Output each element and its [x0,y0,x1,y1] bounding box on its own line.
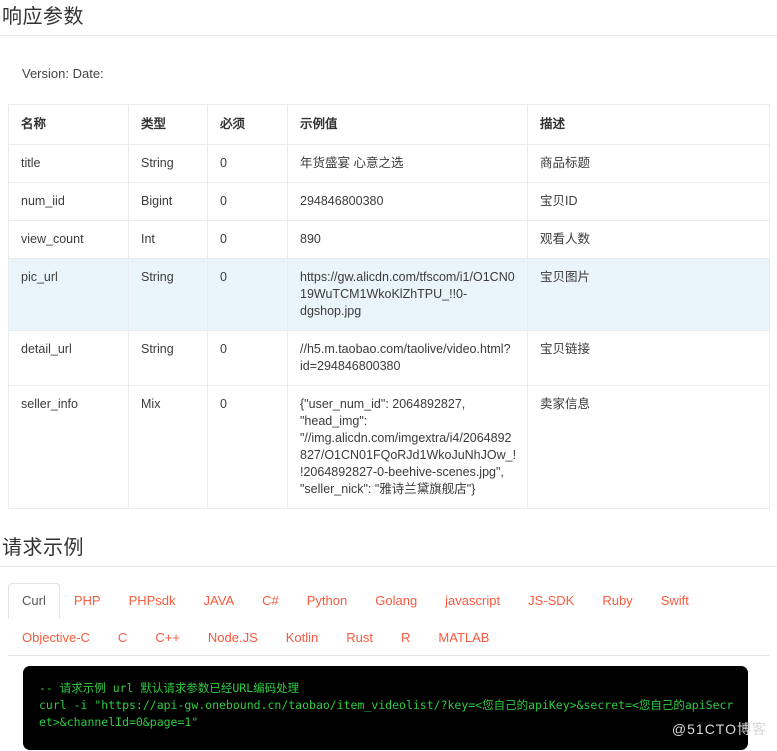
cell-param-name: view_count [8,220,129,259]
table-row: title String 0 年货盛宴 心意之选 商品标题 [8,144,770,183]
tab-c[interactable]: C [104,620,141,656]
cell-param-value: 年货盛宴 心意之选 [287,144,528,183]
page-title-response-params: 响应参数 [2,6,84,28]
column-header-required: 必须 [207,104,288,145]
tab-java[interactable]: JAVA [190,583,249,619]
cell-param-type: Bigint [128,182,208,221]
tab-python[interactable]: Python [293,583,361,619]
table-row: seller_info Mix 0 {"user_num_id": 206489… [8,385,770,509]
cell-param-desc: 宝贝ID [527,182,770,221]
tab-phpsdk[interactable]: PHPsdk [115,583,190,619]
tab-javascript[interactable]: javascript [431,583,514,619]
cell-param-name: detail_url [8,330,129,386]
version-date-line: Version: Date: [22,66,104,81]
table-row: num_iid Bigint 0 294846800380 宝贝ID [8,182,770,221]
code-comment-line: -- 请求示例 url 默认请求参数已经URL编码处理 [39,681,300,695]
response-params-table-wrap: 名称 类型 必须 示例值 描述 title String 0 年货盛宴 心意之选… [0,81,777,509]
cell-param-value: //h5.m.taobao.com/taolive/video.html?id=… [287,330,528,386]
cell-param-type: String [128,144,208,183]
cell-param-name: seller_info [8,385,129,509]
request-example-code-block[interactable]: -- 请求示例 url 默认请求参数已经URL编码处理 curl -i "htt… [23,666,748,750]
cell-param-required: 0 [207,330,288,386]
cell-param-value: {"user_num_id": 2064892827, "head_img": … [287,385,528,509]
code-command-line: curl -i "https://api-gw.onebound.cn/taob… [39,698,734,729]
cell-param-desc: 观看人数 [527,220,770,259]
tab-cpp[interactable]: C++ [141,620,194,656]
tab-ruby[interactable]: Ruby [588,583,646,619]
table-row: detail_url String 0 //h5.m.taobao.com/ta… [8,330,770,386]
tab-golang[interactable]: Golang [361,583,431,619]
tab-matlab[interactable]: MATLAB [424,620,503,656]
table-row-highlighted: pic_url String 0 https://gw.alicdn.com/t… [8,258,770,331]
tab-swift[interactable]: Swift [647,583,703,619]
tab-curl[interactable]: Curl [8,583,60,619]
cell-param-name: title [8,144,129,183]
cell-param-desc: 宝贝图片 [527,258,770,331]
cell-param-type: Mix [128,385,208,509]
cell-param-desc: 卖家信息 [527,385,770,509]
language-tabs-row-2: Objective-C C C++ Node.JS Kotlin Rust R … [8,620,769,656]
tab-js-sdk[interactable]: JS-SDK [514,583,588,619]
column-header-desc: 描述 [527,104,770,145]
cell-param-value: 890 [287,220,528,259]
tab-nodejs[interactable]: Node.JS [194,620,272,656]
request-example-code-wrap: -- 请求示例 url 默认请求参数已经URL编码处理 curl -i "htt… [0,656,777,750]
cell-param-name: pic_url [8,258,129,331]
cell-param-type: String [128,258,208,331]
cell-param-desc: 宝贝链接 [527,330,770,386]
cell-param-type: String [128,330,208,386]
tab-r[interactable]: R [387,620,424,656]
column-header-name: 名称 [8,104,129,145]
tab-csharp[interactable]: C# [248,583,293,619]
language-tabs-row-1: Curl PHP PHPsdk JAVA C# Python Golang ja… [8,583,769,619]
table-header-row: 名称 类型 必须 示例值 描述 [8,104,770,145]
cell-param-name: num_iid [8,182,129,221]
cell-param-value: https://gw.alicdn.com/tfscom/i1/O1CN019W… [287,258,528,331]
cell-param-desc: 商品标题 [527,144,770,183]
tab-objective-c[interactable]: Objective-C [8,620,104,656]
cell-param-required: 0 [207,182,288,221]
column-header-type: 类型 [128,104,208,145]
watermark: @51CTO博客 [671,721,767,737]
page-root: 响应参数 Version: Date: 名称 类型 必须 示例值 描述 titl… [0,0,777,751]
tab-rust[interactable]: Rust [332,620,387,656]
tab-php[interactable]: PHP [60,583,115,619]
cell-param-type: Int [128,220,208,259]
cell-param-required: 0 [207,385,288,509]
response-params-table: 名称 类型 必须 示例值 描述 title String 0 年货盛宴 心意之选… [8,104,770,509]
cell-param-value: 294846800380 [287,182,528,221]
tabs-bottom-divider [8,655,769,656]
language-tabs: Curl PHP PHPsdk JAVA C# Python Golang ja… [0,567,777,656]
tab-kotlin[interactable]: Kotlin [272,620,333,656]
column-header-value: 示例值 [287,104,528,145]
page-title-request-example: 请求示例 [2,537,84,559]
table-row: view_count Int 0 890 观看人数 [8,220,770,259]
cell-param-required: 0 [207,144,288,183]
cell-param-required: 0 [207,220,288,259]
cell-param-required: 0 [207,258,288,331]
